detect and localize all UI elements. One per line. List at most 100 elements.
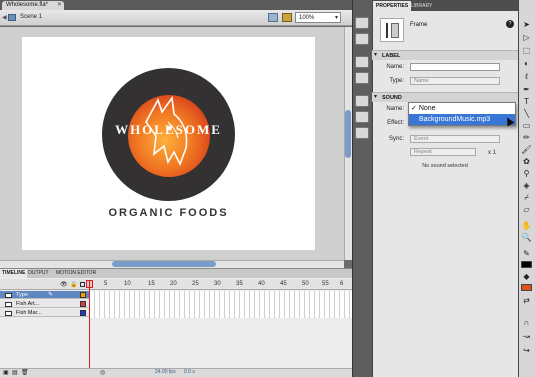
edit-scene-button[interactable] [268, 13, 278, 22]
pen-icon[interactable]: ✒ [521, 85, 532, 95]
sound-section-header[interactable]: SOUND [372, 92, 518, 102]
back-arrow-icon[interactable]: ◀ [2, 14, 7, 21]
layer-color-swatch[interactable] [80, 301, 86, 307]
vertical-scroll-thumb[interactable] [345, 110, 351, 158]
layer-row[interactable]: Fish Art... [0, 300, 90, 308]
sync-select[interactable]: Event [410, 135, 500, 143]
layer-icon [5, 302, 12, 307]
checkmark-icon: ✓ [411, 105, 417, 112]
chevron-down-icon[interactable]: ▾ [374, 51, 377, 58]
selection-tool-icon[interactable]: ➤ [521, 20, 532, 30]
stroke-color-icon[interactable]: ✎ [521, 249, 532, 259]
tab-motion-editor[interactable]: MOTION EDITOR [54, 269, 98, 278]
color-icon[interactable] [355, 111, 369, 123]
rectangle-tool-icon[interactable]: ▭ [521, 121, 532, 131]
sound-status: No sound selected [422, 163, 468, 169]
frame-number: 15 [148, 281, 155, 287]
frame-icon [380, 18, 404, 42]
frame-number: 25 [192, 281, 199, 287]
label-name-label: Name: [386, 64, 404, 70]
hand-tool-icon[interactable]: ✋ [521, 221, 532, 231]
onion-skin-icon[interactable]: ◎ [100, 369, 105, 376]
fill-color-icon[interactable]: ◆ [521, 272, 532, 282]
3d-rotation-icon[interactable]: ◐ [521, 59, 532, 69]
subselection-tool-icon[interactable]: ▷ [521, 33, 532, 43]
paint-bucket-icon[interactable]: ◈ [521, 181, 532, 191]
brand-tagline: ORGANIC FOODS [108, 207, 229, 219]
brand-wordmark: WHOLESOME [115, 122, 222, 137]
sync-label: Sync: [388, 136, 404, 142]
timeline-footer [0, 368, 352, 377]
object-type-label: Frame [410, 22, 428, 28]
swap-colors-icon[interactable]: ⇄ [521, 296, 532, 306]
chevron-down-icon[interactable]: ▾ [374, 93, 377, 100]
free-transform-icon[interactable]: ⬚ [521, 46, 532, 56]
frame-number: 30 [214, 281, 221, 287]
label-type-select[interactable]: Name [410, 77, 500, 85]
chevron-down-icon: ▾ [334, 15, 338, 21]
label-type-value: Name [414, 78, 429, 84]
frame-rate[interactable]: 24.00 fps [155, 369, 176, 375]
tab-properties[interactable]: PROPERTIES [373, 1, 412, 11]
eraser-icon[interactable]: ▱ [521, 205, 532, 215]
dropdown-option-backgroundmusic[interactable]: BackgroundMusic.mp3 [409, 114, 515, 125]
stroke-swatch[interactable] [521, 261, 532, 268]
pencil-tool-icon[interactable]: ✏ [521, 133, 532, 143]
brush-tool-icon[interactable]: 🖌 [521, 145, 532, 155]
layer-row[interactable]: Fish Mar... [0, 309, 90, 317]
label-section-header[interactable]: LABEL [372, 50, 518, 60]
snap-magnet-icon[interactable]: ∩ [521, 318, 532, 328]
text-tool-icon[interactable]: T [521, 97, 532, 107]
lock-icon[interactable]: 🔒 [70, 281, 77, 288]
layer-color-swatch[interactable] [80, 292, 86, 298]
layer-row[interactable]: Type [0, 291, 90, 299]
repeat-count[interactable]: x 1 [488, 150, 496, 156]
tab-output[interactable]: OUTPUT [26, 269, 51, 278]
new-layer-icon[interactable]: ▣ [3, 369, 9, 376]
eyedropper-icon[interactable]: ⌿ [521, 193, 532, 203]
fill-swatch[interactable] [521, 284, 532, 291]
line-tool-icon[interactable]: ╲ [521, 109, 532, 119]
scene-icon [8, 14, 16, 21]
components-icon[interactable] [355, 127, 369, 139]
new-folder-icon[interactable]: ▤ [12, 369, 18, 376]
history-icon[interactable] [355, 17, 369, 29]
transform-icon[interactable] [355, 72, 369, 84]
edit-symbols-button[interactable] [282, 13, 292, 22]
lasso-icon[interactable]: ℓ [521, 72, 532, 82]
bone-tool-icon[interactable]: ⚲ [521, 169, 532, 179]
close-tab-icon[interactable]: ✕ [57, 1, 62, 10]
tab-library[interactable]: LIBRARY [408, 1, 435, 11]
zoom-select[interactable]: 100% ▾ [295, 12, 341, 23]
smooth-icon[interactable]: ↝ [521, 332, 532, 342]
document-tab-title: Wholesome.fla* [6, 2, 49, 8]
help-icon[interactable]: ? [506, 20, 514, 28]
label-type-label: Type: [389, 78, 404, 84]
eye-icon[interactable]: 👁 [60, 281, 68, 288]
layer-color-swatch[interactable] [80, 310, 86, 316]
tab-timeline[interactable]: TIMELINE [0, 269, 28, 278]
sound-section-title: SOUND [382, 95, 402, 101]
label-section-title: LABEL [382, 53, 401, 59]
outline-icon[interactable] [80, 282, 85, 287]
horse-head-graphic [145, 95, 188, 166]
dropdown-option-none[interactable]: ✓ None [411, 104, 436, 112]
swatches-icon[interactable] [355, 95, 369, 107]
label-name-input[interactable] [410, 63, 500, 71]
option-label: BackgroundMusic.mp3 [419, 116, 491, 123]
deco-tool-icon[interactable]: ✿ [521, 157, 532, 167]
timeline-tab-bar [0, 268, 352, 278]
scene-label[interactable]: Scene 1 [20, 14, 42, 20]
zoom-tool-icon[interactable]: 🔍 [521, 233, 532, 243]
info-icon[interactable] [355, 56, 369, 68]
zoom-value: 100% [299, 15, 315, 21]
frames-grid[interactable] [90, 291, 352, 318]
delete-layer-icon[interactable]: 🗑 [21, 369, 29, 376]
horizontal-scroll-thumb[interactable] [112, 261, 216, 267]
document-tab[interactable]: Wholesome.fla* ✕ [2, 1, 64, 10]
option-label: None [418, 105, 436, 112]
align-icon[interactable] [355, 33, 369, 45]
layer-name: Type [16, 292, 28, 298]
repeat-select[interactable]: Repeat [410, 148, 476, 156]
straighten-icon[interactable]: ↪ [521, 346, 532, 356]
